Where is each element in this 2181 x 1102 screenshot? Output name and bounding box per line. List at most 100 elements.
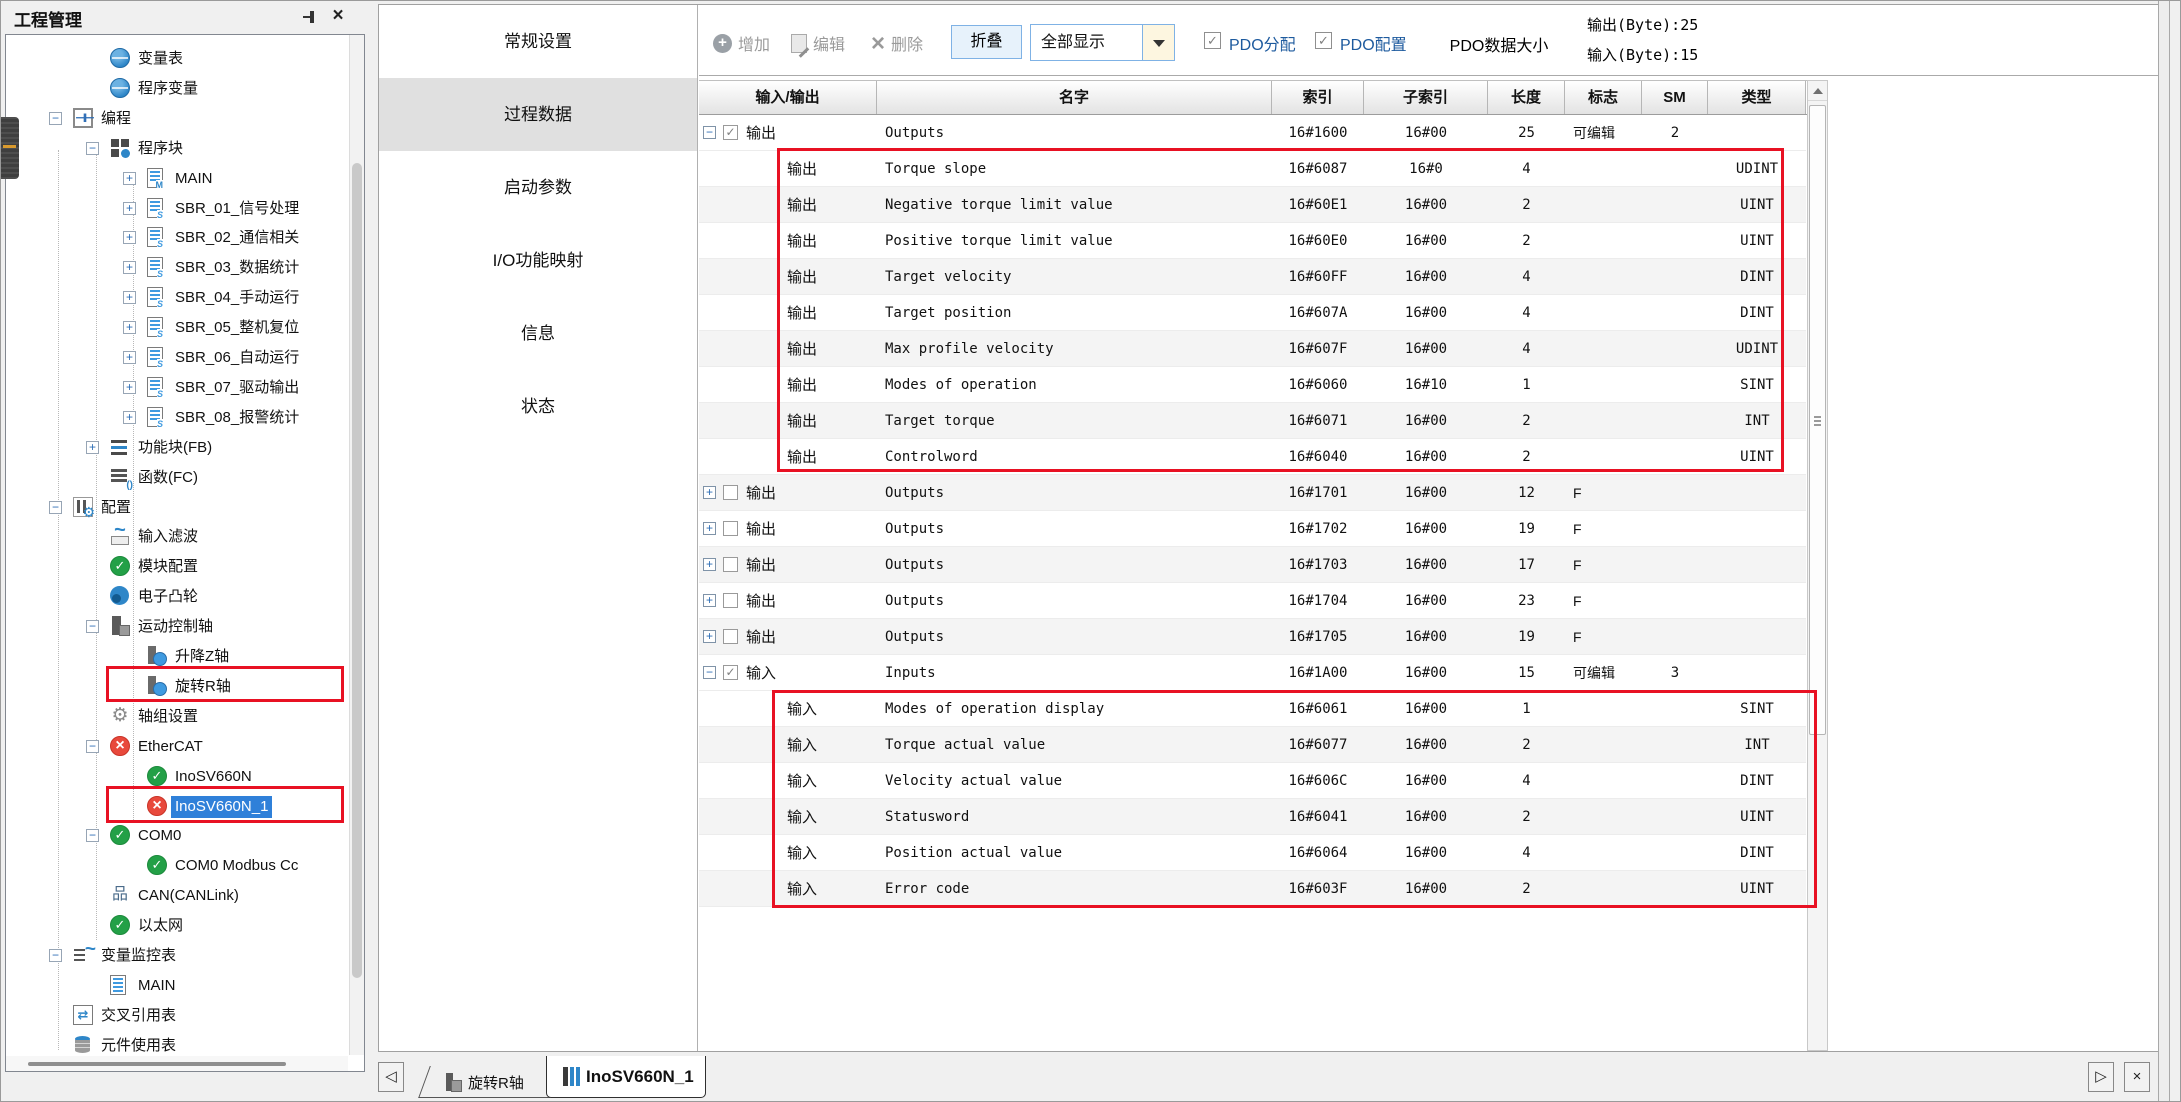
tree-item[interactable]: 模块配置 xyxy=(6,553,348,581)
side-tab[interactable]: I/O功能映射 xyxy=(379,224,697,297)
tree-expander-icon[interactable]: + xyxy=(123,321,136,334)
row-expander-icon[interactable]: − xyxy=(703,126,716,139)
table-row[interactable]: +输出Outputs16#170116#0012F xyxy=(699,475,1806,511)
tree-item[interactable]: +MAIN xyxy=(6,165,348,193)
tab-close-button[interactable]: × xyxy=(2124,1062,2150,1092)
side-tab[interactable]: 启动参数 xyxy=(379,151,697,224)
pdo-assign-checkbox[interactable] xyxy=(1204,32,1221,49)
row-checkbox[interactable] xyxy=(723,665,738,680)
tree-item[interactable]: +SBR_05_整机复位 xyxy=(6,314,348,342)
row-checkbox[interactable] xyxy=(723,521,738,536)
tree-item[interactable]: 交叉引用表 xyxy=(6,1002,348,1030)
tree-item[interactable]: +SBR_03_数据统计 xyxy=(6,254,348,282)
tree-expander-icon[interactable]: − xyxy=(49,501,62,514)
tree-item[interactable]: InoSV660N xyxy=(6,763,348,791)
side-tab[interactable]: 常规设置 xyxy=(379,5,697,78)
table-row[interactable]: +输出Outputs16#170316#0017F xyxy=(699,547,1806,583)
table-row[interactable]: 输出Target torque16#607116#002INT xyxy=(699,403,1806,439)
tree-item[interactable]: +SBR_08_报警统计 xyxy=(6,404,348,432)
table-row[interactable]: 输出Target position16#607A16#004DINT xyxy=(699,295,1806,331)
tree-item[interactable]: 电子凸轮 xyxy=(6,583,348,611)
row-expander-icon[interactable]: + xyxy=(703,594,716,607)
table-row[interactable]: +输出Outputs16#170216#0019F xyxy=(699,511,1806,547)
tree-expander-icon[interactable]: + xyxy=(123,411,136,424)
tree-item[interactable]: +SBR_07_驱动输出 xyxy=(6,374,348,402)
display-filter-select[interactable]: 全部显示 xyxy=(1030,24,1175,61)
add-button[interactable]: + 增加 xyxy=(713,31,770,55)
column-header[interactable]: SM xyxy=(1642,81,1708,114)
tab-scroll-left-button[interactable]: ◁ xyxy=(378,1062,404,1092)
tree-expander-icon[interactable]: − xyxy=(86,740,99,753)
tree-item[interactable]: +SBR_06_自动运行 xyxy=(6,344,348,372)
table-row[interactable]: 输入Error code16#603F16#002UINT xyxy=(699,871,1806,907)
table-row[interactable]: 输入Modes of operation display16#606116#00… xyxy=(699,691,1806,727)
tree-expander-icon[interactable]: + xyxy=(123,231,136,244)
tree-expander-icon[interactable]: + xyxy=(123,291,136,304)
table-row[interactable]: +输出Outputs16#170516#0019F xyxy=(699,619,1806,655)
tree-expander-icon[interactable]: − xyxy=(86,620,99,633)
tree-item[interactable]: 升降Z轴 xyxy=(6,643,348,671)
collapse-button[interactable]: 折叠 xyxy=(951,25,1022,59)
pin-icon[interactable] xyxy=(302,9,318,25)
tree-expander-icon[interactable]: + xyxy=(123,351,136,364)
tree-item[interactable]: −COM0 xyxy=(6,822,348,850)
table-row[interactable]: 输出Target velocity16#60FF16#004DINT xyxy=(699,259,1806,295)
tree-expander-icon[interactable]: − xyxy=(86,829,99,842)
side-tab[interactable]: 状态 xyxy=(379,370,697,443)
table-row[interactable]: 输入Statusword16#604116#002UINT xyxy=(699,799,1806,835)
column-header[interactable]: 标志 xyxy=(1565,81,1642,114)
tab-scroll-right-button[interactable]: ▷ xyxy=(2088,1062,2114,1092)
tree-expander-icon[interactable]: + xyxy=(123,172,136,185)
tree-item[interactable]: +SBR_04_手动运行 xyxy=(6,284,348,312)
table-row[interactable]: −输出Outputs16#160016#0025可编辑2 xyxy=(699,115,1806,151)
column-header[interactable]: 类型 xyxy=(1708,81,1806,114)
tree-item[interactable]: 程序变量 xyxy=(6,75,348,103)
close-icon[interactable]: × xyxy=(328,4,348,28)
tree-item[interactable]: +功能块(FB) xyxy=(6,434,348,462)
table-row[interactable]: 输出Controlword16#604016#002UINT xyxy=(699,439,1806,475)
delete-button[interactable]: × 删除 xyxy=(871,31,923,55)
tree-item[interactable]: InoSV660N_1 xyxy=(6,793,348,821)
row-expander-icon[interactable]: + xyxy=(703,486,716,499)
column-header[interactable]: 索引 xyxy=(1272,81,1364,114)
tree-expander-icon[interactable]: − xyxy=(49,949,62,962)
row-checkbox[interactable] xyxy=(723,629,738,644)
row-checkbox[interactable] xyxy=(723,593,738,608)
tree-item[interactable]: −程序块 xyxy=(6,135,348,163)
tree-item[interactable]: −编程 xyxy=(6,105,348,133)
tree-expander-icon[interactable]: + xyxy=(123,261,136,274)
tree-item[interactable]: +SBR_01_信号处理 xyxy=(6,195,348,223)
tree-horizontal-scrollbar[interactable] xyxy=(6,1056,348,1071)
row-expander-icon[interactable]: − xyxy=(703,666,716,679)
tree-item[interactable]: −变量监控表 xyxy=(6,942,348,970)
tree-item[interactable]: MAIN xyxy=(6,972,348,1000)
tree-item[interactable]: −配置 xyxy=(6,494,348,522)
tree-expander-icon[interactable]: + xyxy=(86,441,99,454)
row-checkbox[interactable] xyxy=(723,557,738,572)
table-row[interactable]: 输出Positive torque limit value16#60E016#0… xyxy=(699,223,1806,259)
edit-button[interactable]: 编辑 xyxy=(791,31,845,55)
tree-expander-icon[interactable]: + xyxy=(123,381,136,394)
pdo-config-checkbox[interactable] xyxy=(1315,32,1332,49)
side-tab[interactable]: 过程数据 xyxy=(379,78,697,151)
scrollbar-thumb[interactable] xyxy=(352,163,362,978)
tree-item[interactable]: 以太网 xyxy=(6,912,348,940)
side-tab[interactable]: 信息 xyxy=(379,297,697,370)
tree-item[interactable]: 输入滤波 xyxy=(6,523,348,551)
row-expander-icon[interactable]: + xyxy=(703,558,716,571)
document-tab[interactable]: InoSV660N_1 xyxy=(546,1056,706,1098)
column-header[interactable]: 长度 xyxy=(1488,81,1565,114)
tree-expander-icon[interactable]: − xyxy=(86,142,99,155)
table-row[interactable]: 输出Max profile velocity16#607F16#004UDINT xyxy=(699,331,1806,367)
tree-item[interactable]: +SBR_02_通信相关 xyxy=(6,224,348,252)
table-row[interactable]: 输入Position actual value16#606416#004DINT xyxy=(699,835,1806,871)
column-header[interactable]: 子索引 xyxy=(1364,81,1488,114)
table-row[interactable]: 输入Velocity actual value16#606C16#004DINT xyxy=(699,763,1806,799)
tree-item[interactable]: COM0 Modbus Cc xyxy=(6,852,348,880)
document-tab[interactable]: 旋转R轴 xyxy=(424,1066,556,1098)
collapsed-panel-handle[interactable] xyxy=(0,117,19,179)
tree-item[interactable]: 元件使用表 xyxy=(6,1032,348,1055)
chevron-down-icon[interactable] xyxy=(1142,25,1174,60)
row-checkbox[interactable] xyxy=(723,485,738,500)
tree-item[interactable]: 轴组设置 xyxy=(6,703,348,731)
